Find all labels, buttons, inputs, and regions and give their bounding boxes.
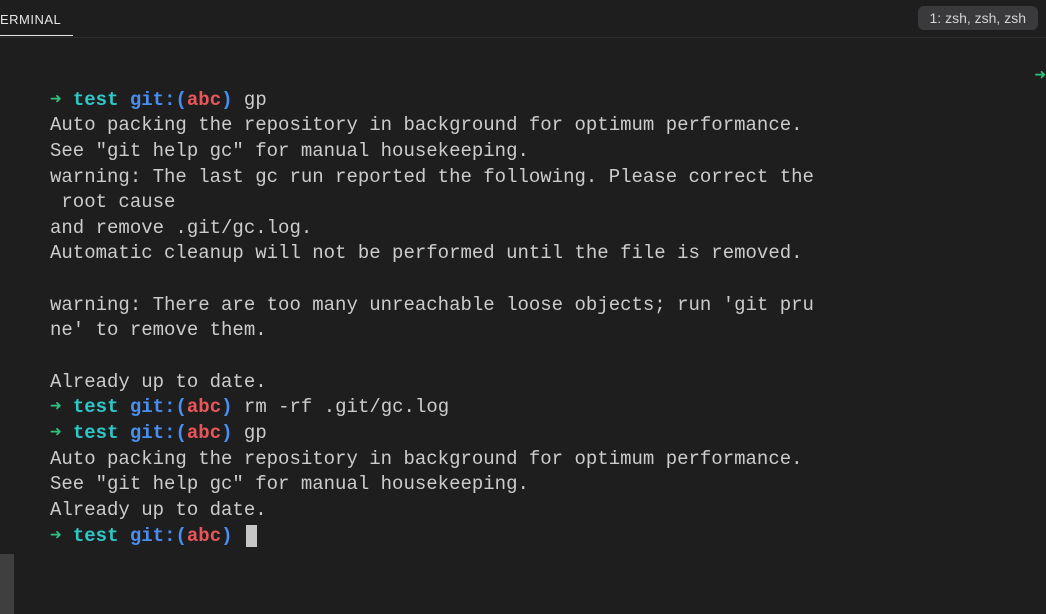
output-text: Auto packing the repository in backgroun…	[50, 114, 814, 392]
prompt-paren-close: )	[221, 525, 232, 547]
prompt-git-label: git:	[130, 89, 176, 111]
prompt-arrow-icon: ➜	[50, 89, 61, 111]
right-gutter-arrow-icon: ➜	[1035, 64, 1046, 87]
cursor	[246, 525, 257, 547]
prompt-paren-open: (	[175, 396, 186, 418]
prompt-dir: test	[73, 422, 119, 444]
prompt-git-label: git:	[130, 396, 176, 418]
prompt-paren-close: )	[221, 396, 232, 418]
prompt-git-label: git:	[130, 525, 176, 547]
prompt-branch: abc	[187, 525, 221, 547]
session-dropdown[interactable]: 1: zsh, zsh, zsh	[918, 6, 1038, 30]
prompt-dir: test	[73, 525, 119, 547]
prompt-branch: abc	[187, 422, 221, 444]
prompt-git-label: git:	[130, 422, 176, 444]
prompt-paren-open: (	[175, 89, 186, 111]
command-text: gp	[244, 89, 267, 111]
prompt-paren-open: (	[175, 422, 186, 444]
scrollbar-track[interactable]	[0, 38, 14, 614]
prompt-branch: abc	[187, 396, 221, 418]
prompt-paren-close: )	[221, 422, 232, 444]
prompt-dir: test	[73, 396, 119, 418]
prompt-arrow-icon: ➜	[50, 525, 61, 547]
tab-terminal[interactable]: ERMINAL	[0, 2, 73, 36]
prompt-branch: abc	[187, 89, 221, 111]
output-text: Auto packing the repository in backgroun…	[50, 448, 803, 521]
prompt-dir: test	[73, 89, 119, 111]
command-text: gp	[244, 422, 267, 444]
terminal-output[interactable]: ➜ test git:(abc) gp Auto packing the rep…	[0, 38, 970, 549]
scrollbar-thumb[interactable]	[0, 554, 14, 614]
command-text: rm -rf .git/gc.log	[244, 396, 449, 418]
prompt-paren-open: (	[175, 525, 186, 547]
prompt-arrow-icon: ➜	[50, 396, 61, 418]
tab-bar: ERMINAL 1: zsh, zsh, zsh	[0, 0, 1046, 38]
prompt-paren-close: )	[221, 89, 232, 111]
prompt-arrow-icon: ➜	[50, 422, 61, 444]
